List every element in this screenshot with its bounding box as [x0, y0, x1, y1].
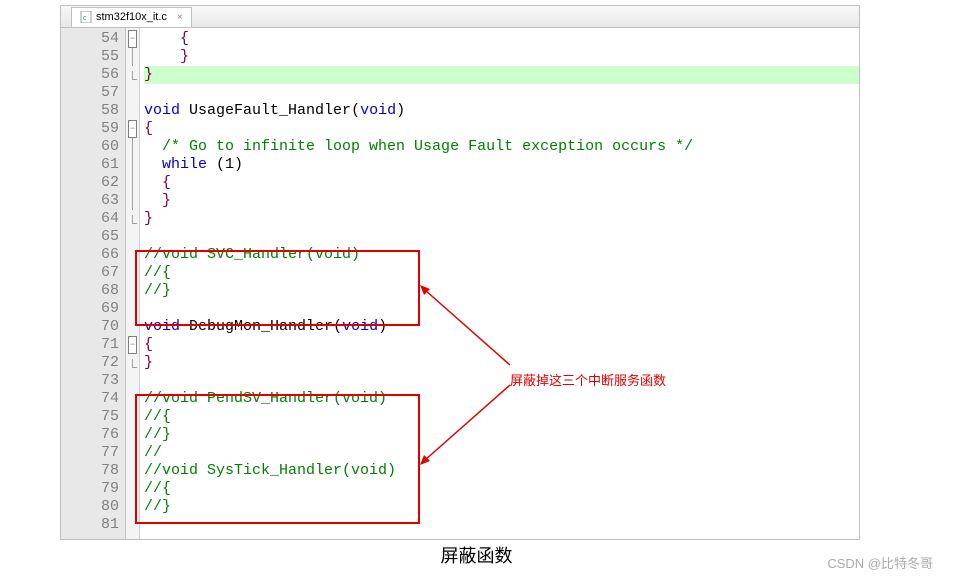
code-line[interactable]: /* Go to infinite loop when Usage Fault … — [144, 138, 859, 156]
c-file-icon: c — [80, 11, 92, 23]
line-number: 77 — [61, 444, 119, 462]
code-line[interactable] — [144, 228, 859, 246]
fold-marker[interactable] — [126, 102, 139, 120]
code-line[interactable]: //} — [144, 426, 859, 444]
code-line[interactable]: while (1) — [144, 156, 859, 174]
fold-marker[interactable] — [126, 228, 139, 246]
code-line[interactable]: //{ — [144, 480, 859, 498]
fold-marker[interactable] — [126, 174, 139, 192]
line-number: 54 — [61, 30, 119, 48]
line-number: 57 — [61, 84, 119, 102]
code-line[interactable]: //void SVC_Handler(void) — [144, 246, 859, 264]
code-line[interactable] — [144, 372, 859, 390]
line-number: 74 — [61, 390, 119, 408]
line-number: 69 — [61, 300, 119, 318]
line-number: 75 — [61, 408, 119, 426]
code-line[interactable]: //} — [144, 282, 859, 300]
fold-marker[interactable] — [126, 516, 139, 534]
code-line[interactable] — [144, 300, 859, 318]
code-line[interactable]: //} — [144, 498, 859, 516]
code-line[interactable] — [144, 516, 859, 534]
file-tab[interactable]: c stm32f10x_it.c × — [71, 7, 192, 27]
line-number-gutter: 5455565758596061626364656667686970717273… — [61, 28, 126, 539]
line-number: 70 — [61, 318, 119, 336]
fold-marker[interactable] — [126, 462, 139, 480]
line-number: 61 — [61, 156, 119, 174]
code-line[interactable]: //void SysTick_Handler(void) — [144, 462, 859, 480]
fold-marker[interactable] — [126, 210, 139, 228]
line-number: 71 — [61, 336, 119, 354]
line-number: 68 — [61, 282, 119, 300]
fold-marker[interactable] — [126, 318, 139, 336]
line-number: 72 — [61, 354, 119, 372]
code-line[interactable]: void UsageFault_Handler(void) — [144, 102, 859, 120]
fold-marker[interactable] — [126, 264, 139, 282]
fold-marker[interactable] — [126, 390, 139, 408]
line-number: 59 — [61, 120, 119, 138]
line-number: 63 — [61, 192, 119, 210]
code-line[interactable]: //{ — [144, 264, 859, 282]
tab-filename: stm32f10x_it.c — [96, 11, 167, 23]
code-content[interactable]: { }}void UsageFault_Handler(void){ /* Go… — [140, 28, 859, 539]
fold-marker[interactable] — [126, 426, 139, 444]
fold-gutter: − − − — [126, 28, 140, 539]
svg-text:c: c — [83, 15, 87, 22]
fold-marker[interactable] — [126, 300, 139, 318]
fold-marker[interactable] — [126, 156, 139, 174]
line-number: 64 — [61, 210, 119, 228]
fold-marker[interactable]: − — [126, 120, 139, 138]
code-editor: c stm32f10x_it.c × 545556575859606162636… — [60, 5, 860, 540]
code-line[interactable]: { — [144, 174, 859, 192]
code-line[interactable]: } — [144, 48, 859, 66]
fold-marker[interactable] — [126, 192, 139, 210]
fold-marker[interactable] — [126, 354, 139, 372]
fold-marker[interactable] — [126, 408, 139, 426]
line-number: 62 — [61, 174, 119, 192]
code-line[interactable]: //{ — [144, 408, 859, 426]
watermark: CSDN @比特冬哥 — [827, 553, 933, 572]
line-number: 79 — [61, 480, 119, 498]
code-area[interactable]: 5455565758596061626364656667686970717273… — [61, 28, 859, 539]
line-number: 58 — [61, 102, 119, 120]
fold-marker[interactable] — [126, 84, 139, 102]
code-line[interactable]: } — [144, 354, 859, 372]
code-line[interactable]: void DebugMon_Handler(void) — [144, 318, 859, 336]
close-icon[interactable]: × — [177, 12, 183, 23]
fold-marker[interactable] — [126, 282, 139, 300]
code-line[interactable] — [144, 84, 859, 102]
fold-marker[interactable]: − — [126, 30, 139, 48]
fold-marker[interactable] — [126, 138, 139, 156]
line-number: 55 — [61, 48, 119, 66]
line-number: 73 — [61, 372, 119, 390]
code-line[interactable]: { — [144, 120, 859, 138]
code-line[interactable]: } — [144, 210, 859, 228]
line-number: 60 — [61, 138, 119, 156]
fold-marker[interactable] — [126, 66, 139, 84]
line-number: 65 — [61, 228, 119, 246]
fold-marker[interactable] — [126, 498, 139, 516]
line-number: 56 — [61, 66, 119, 84]
code-line[interactable]: } — [144, 66, 859, 84]
code-line[interactable]: { — [144, 336, 859, 354]
fold-marker[interactable] — [126, 246, 139, 264]
line-number: 66 — [61, 246, 119, 264]
line-number: 78 — [61, 462, 119, 480]
annotation-text: 屏蔽掉这三个中断服务函数 — [510, 370, 666, 389]
fold-marker[interactable] — [126, 444, 139, 462]
line-number: 81 — [61, 516, 119, 534]
code-line[interactable]: // — [144, 444, 859, 462]
fold-marker[interactable] — [126, 372, 139, 390]
line-number: 76 — [61, 426, 119, 444]
line-number: 80 — [61, 498, 119, 516]
caption: 屏蔽函数 — [0, 542, 953, 568]
code-line[interactable]: } — [144, 192, 859, 210]
fold-marker[interactable]: − — [126, 336, 139, 354]
line-number: 67 — [61, 264, 119, 282]
tab-bar: c stm32f10x_it.c × — [61, 6, 859, 28]
fold-marker[interactable] — [126, 480, 139, 498]
code-line[interactable]: //void PendSV_Handler(void) — [144, 390, 859, 408]
fold-marker[interactable] — [126, 48, 139, 66]
code-line[interactable]: { — [144, 30, 859, 48]
